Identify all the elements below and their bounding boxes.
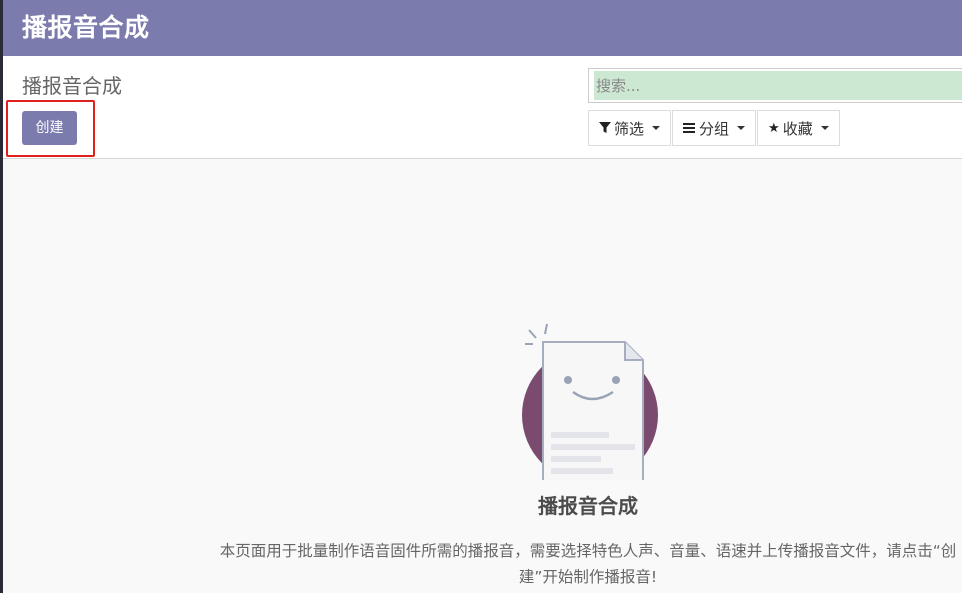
bars-icon <box>683 121 696 135</box>
create-button[interactable]: 创建 <box>22 111 77 145</box>
empty-state-title: 播报音合成 <box>538 494 638 518</box>
empty-state: 播报音合成 本页面用于批量制作语音固件所需的播报音，需要选择特色人声、音量、语速… <box>3 160 962 593</box>
app-window: 播报音合成 播报音合成 创建 筛选 分组 ★ 收藏 <box>3 0 962 593</box>
top-navbar: 播报音合成 <box>3 0 962 56</box>
control-panel: 播报音合成 创建 筛选 分组 ★ 收藏 <box>3 56 962 159</box>
empty-state-description: 本页面用于批量制作语音固件所需的播报音，需要选择特色人声、音量、语速并上传播报音… <box>219 542 957 586</box>
search-box <box>588 68 962 103</box>
groupby-label: 分组 <box>699 119 730 138</box>
funnel-icon <box>599 122 611 133</box>
filter-label: 筛选 <box>614 119 645 138</box>
search-input[interactable] <box>594 71 962 100</box>
caret-down-icon <box>820 126 829 130</box>
breadcrumb: 播报音合成 <box>22 74 122 98</box>
empty-document-illustration <box>522 323 658 480</box>
groupby-dropdown-button[interactable]: 分组 <box>672 110 757 146</box>
filter-dropdown-button[interactable]: 筛选 <box>588 110 672 146</box>
app-title: 播报音合成 <box>22 13 150 42</box>
filter-bar: 筛选 分组 ★ 收藏 <box>588 110 841 146</box>
favorites-dropdown-button[interactable]: ★ 收藏 <box>757 110 840 146</box>
star-icon: ★ <box>768 120 780 136</box>
favorites-label: 收藏 <box>782 119 813 138</box>
caret-down-icon <box>737 126 746 130</box>
caret-down-icon <box>652 126 661 130</box>
